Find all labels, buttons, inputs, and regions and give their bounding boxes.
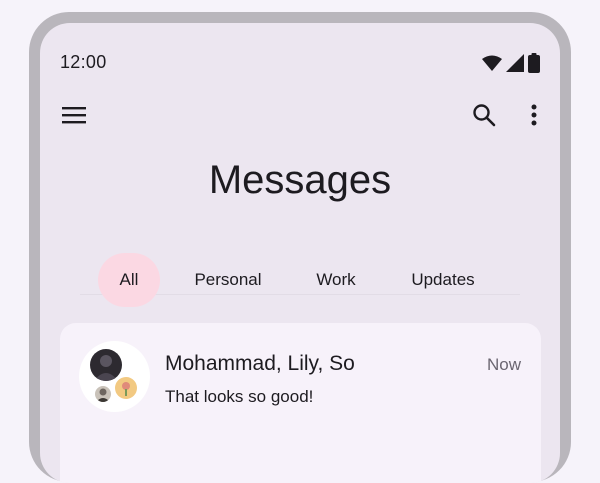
avatar [95, 386, 111, 402]
signal-icon [506, 54, 524, 77]
top-app-bar [40, 99, 560, 147]
tab-work[interactable]: Work [300, 253, 372, 307]
conversation-names: Mohammad, Lily, So [165, 352, 355, 375]
search-button[interactable] [466, 99, 502, 135]
menu-icon [62, 106, 86, 129]
device-frame: 12:00 Messages All Personal Work Updates… [29, 12, 571, 483]
status-bar: 12:00 [40, 23, 560, 79]
conversation-card[interactable]: Mohammad, Lily, So Now That looks so goo… [60, 323, 541, 483]
phone-screen: 12:00 Messages All Personal Work Updates… [40, 23, 560, 483]
filter-tabs: All Personal Work Updates [40, 253, 560, 307]
menu-button[interactable] [56, 99, 92, 135]
more-vert-icon [531, 104, 537, 131]
more-options-button[interactable] [516, 99, 552, 135]
conversation-time: Now [486, 355, 521, 374]
group-avatar [79, 341, 150, 412]
status-time: 12:00 [60, 52, 107, 72]
page-title: Messages [208, 158, 392, 202]
wifi-icon [482, 55, 502, 76]
tab-personal[interactable]: Personal [180, 253, 276, 307]
status-icons [482, 53, 540, 78]
tab-updates[interactable]: Updates [398, 253, 488, 307]
battery-icon [528, 53, 540, 78]
tab-all[interactable]: All [98, 253, 160, 307]
conversation-preview: That looks so good! [165, 387, 314, 406]
avatar [115, 377, 137, 399]
search-icon [472, 103, 496, 132]
avatar [90, 349, 122, 381]
